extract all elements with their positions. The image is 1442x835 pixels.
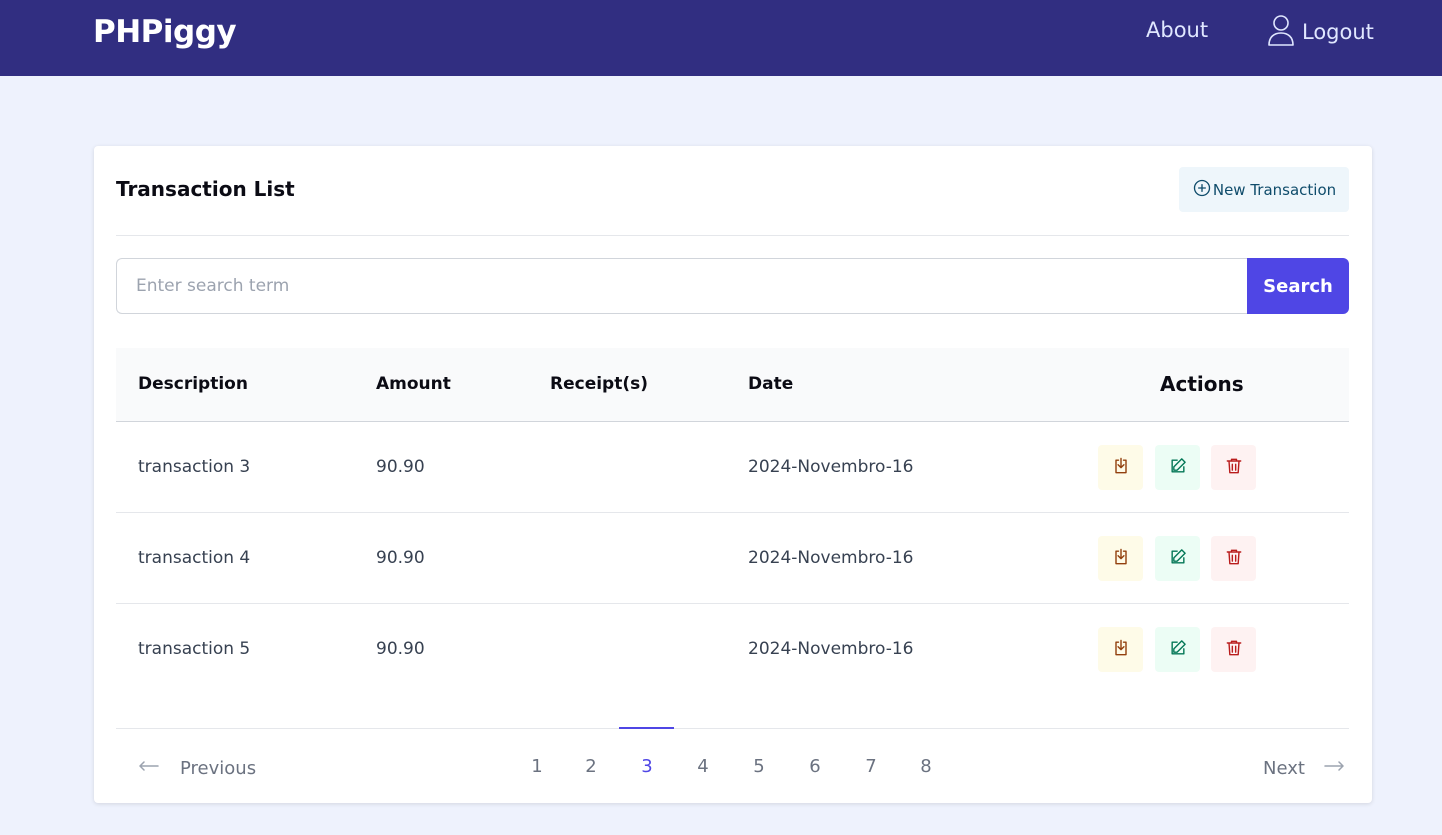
page-link-2[interactable]: 2 [571, 756, 611, 777]
nav-about-link[interactable]: About [1146, 18, 1208, 42]
cell-date: 2024-Novembro-16 [748, 639, 914, 659]
table-row: transaction 5 90.90 2024-Novembro-16 [116, 604, 1349, 695]
table-row: transaction 3 90.90 2024-Novembro-16 [116, 422, 1349, 513]
edit-button[interactable] [1155, 627, 1200, 672]
new-transaction-label: New Transaction [1212, 180, 1337, 199]
nav-logout-link[interactable]: Logout [1266, 14, 1374, 50]
column-header-actions: Actions [1160, 372, 1244, 396]
previous-page-link[interactable]: Previous [118, 754, 256, 783]
previous-label: Previous [180, 758, 257, 779]
header-divider [116, 235, 1349, 236]
page-link-6[interactable]: 6 [795, 756, 835, 777]
column-header-description: Description [138, 374, 248, 394]
cell-description: transaction 5 [138, 639, 251, 659]
brand-logo[interactable]: PHPiggy [93, 14, 237, 50]
delete-button[interactable] [1211, 536, 1256, 581]
next-label: Next [1263, 758, 1305, 779]
search-button[interactable]: Search [1247, 258, 1349, 314]
column-header-date: Date [748, 374, 794, 394]
trash-icon [1224, 456, 1244, 480]
page-link-7[interactable]: 7 [851, 756, 891, 777]
new-transaction-button[interactable]: New Transaction [1179, 167, 1349, 212]
cell-amount: 90.90 [376, 457, 425, 477]
search-input[interactable] [116, 258, 1248, 314]
next-page-link[interactable]: Next [1263, 754, 1363, 783]
cell-description: transaction 3 [138, 457, 251, 477]
cell-amount: 90.90 [376, 548, 425, 568]
plus-circle-icon [1192, 178, 1213, 202]
page-title: Transaction List [116, 177, 295, 201]
current-page-indicator [619, 727, 674, 729]
edit-icon [1168, 638, 1188, 662]
table-row: transaction 4 90.90 2024-Novembro-16 [116, 513, 1349, 604]
page-link-1[interactable]: 1 [517, 756, 557, 777]
column-header-amount: Amount [376, 374, 451, 394]
cell-description: transaction 4 [138, 548, 251, 568]
download-button[interactable] [1098, 627, 1143, 672]
trash-icon [1224, 638, 1244, 662]
cell-date: 2024-Novembro-16 [748, 457, 914, 477]
download-icon [1111, 456, 1131, 480]
navbar: PHPiggy About Logout [0, 0, 1442, 76]
transaction-card: Transaction List New Transaction Search … [94, 146, 1372, 803]
delete-button[interactable] [1211, 445, 1256, 490]
table-header: Description Amount Receipt(s) Date Actio… [116, 348, 1349, 422]
download-icon [1111, 547, 1131, 571]
cell-amount: 90.90 [376, 639, 425, 659]
download-button[interactable] [1098, 536, 1143, 581]
edit-icon [1168, 456, 1188, 480]
cell-date: 2024-Novembro-16 [748, 548, 914, 568]
page-link-8[interactable]: 8 [906, 756, 946, 777]
download-icon [1111, 638, 1131, 662]
edit-button[interactable] [1155, 445, 1200, 490]
page-link-5[interactable]: 5 [739, 756, 779, 777]
arrow-left-icon [137, 754, 161, 783]
edit-button[interactable] [1155, 536, 1200, 581]
column-header-receipts: Receipt(s) [550, 374, 649, 394]
download-button[interactable] [1098, 445, 1143, 490]
page-link-4[interactable]: 4 [683, 756, 723, 777]
delete-button[interactable] [1211, 627, 1256, 672]
page-link-3[interactable]: 3 [627, 756, 667, 777]
arrow-right-icon [1322, 754, 1346, 783]
logout-label: Logout [1302, 20, 1374, 44]
pagination-divider [116, 728, 1349, 729]
edit-icon [1168, 547, 1188, 571]
trash-icon [1224, 547, 1244, 571]
user-icon [1266, 13, 1302, 52]
